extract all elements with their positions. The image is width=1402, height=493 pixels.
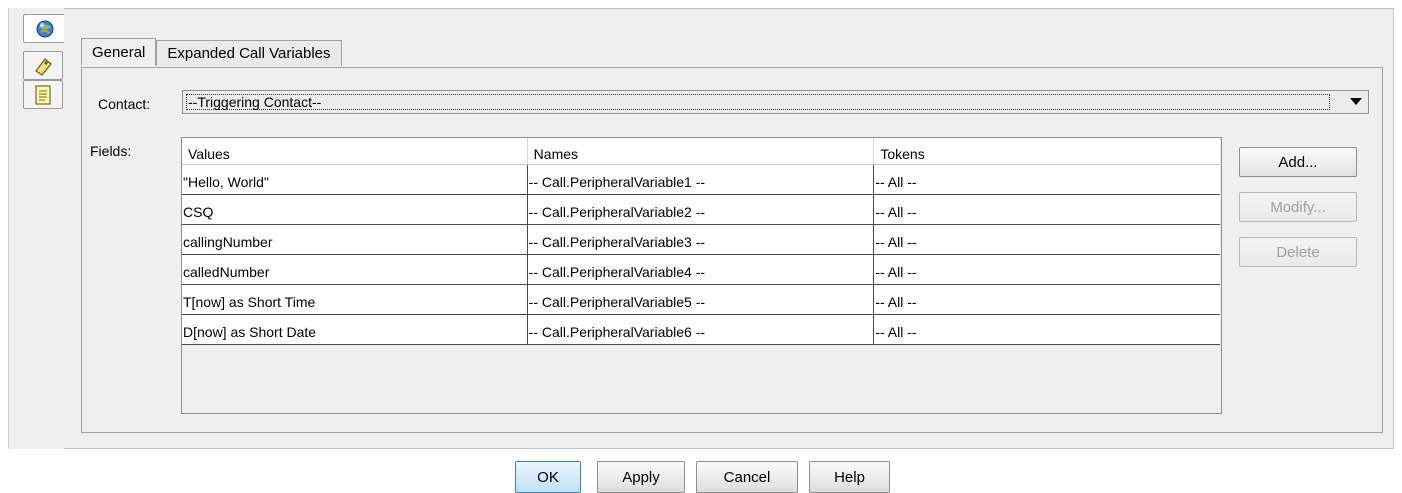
cell-name: -- Call.PeripheralVariable4 --: [528, 255, 875, 284]
add-button[interactable]: Add...: [1239, 147, 1357, 177]
table-row[interactable]: D[now] as Short Date -- Call.PeripheralV…: [182, 315, 1220, 345]
tab-expanded-call-variables[interactable]: Expanded Call Variables: [156, 40, 342, 66]
contact-label: Contact:: [98, 96, 151, 112]
cell-token: -- All --: [875, 234, 917, 250]
top-strip: [0, 0, 1402, 8]
fields-label: Fields:: [90, 143, 132, 159]
general-tab-panel: Contact: --Triggering Contact-- Fields: …: [81, 67, 1383, 433]
help-button[interactable]: Help: [809, 461, 890, 493]
column-header-names[interactable]: Names: [528, 138, 875, 164]
cell-name: -- Call.PeripheralVariable3 --: [528, 225, 875, 254]
ok-button[interactable]: OK: [515, 461, 581, 493]
cell-token: -- All --: [875, 174, 917, 190]
main-panel: General Expanded Call Variables Contact:…: [64, 8, 1394, 449]
contact-dropdown[interactable]: --Triggering Contact--: [182, 90, 1369, 114]
cell-value: callingNumber: [182, 225, 528, 254]
cell-name: -- Call.PeripheralVariable5 --: [528, 285, 875, 314]
fields-table-body: "Hello, World" -- Call.PeripheralVariabl…: [182, 165, 1220, 345]
cell-value: T[now] as Short Time: [182, 285, 528, 314]
apply-button[interactable]: Apply: [597, 461, 685, 493]
cell-token: -- All --: [875, 324, 917, 340]
cell-name: -- Call.PeripheralVariable6 --: [528, 315, 875, 344]
cell-name: -- Call.PeripheralVariable2 --: [528, 195, 875, 224]
table-row[interactable]: "Hello, World" -- Call.PeripheralVariabl…: [182, 165, 1220, 195]
document-icon: [35, 84, 51, 105]
cancel-button[interactable]: Cancel: [696, 461, 798, 493]
cell-token: -- All --: [875, 294, 917, 310]
cell-token: -- All --: [875, 204, 917, 220]
fields-table: Values Names Tokens "Hello, World" -- Ca…: [181, 137, 1222, 414]
rail-tab-tag[interactable]: [23, 51, 63, 80]
table-row[interactable]: T[now] as Short Time -- Call.PeripheralV…: [182, 285, 1220, 315]
rail-tab-document[interactable]: [23, 80, 63, 109]
table-row[interactable]: CSQ -- Call.PeripheralVariable2 -- -- Al…: [182, 195, 1220, 225]
cell-token: -- All --: [875, 264, 917, 280]
fields-table-header: Values Names Tokens: [182, 138, 1220, 165]
tag-icon: [35, 57, 52, 76]
cell-value: CSQ: [182, 195, 528, 224]
column-header-tokens[interactable]: Tokens: [874, 138, 1220, 164]
cell-value: calledNumber: [182, 255, 528, 284]
ball-icon: [36, 20, 54, 37]
rail-tab-general-icon[interactable]: [23, 14, 67, 43]
cell-name: -- Call.PeripheralVariable1 --: [528, 165, 875, 194]
table-row[interactable]: callingNumber -- Call.PeripheralVariable…: [182, 225, 1220, 255]
cell-value: "Hello, World": [182, 165, 528, 194]
tab-strip: General Expanded Call Variables: [81, 38, 342, 68]
delete-button[interactable]: Delete: [1239, 237, 1357, 267]
left-icon-rail: [8, 8, 67, 449]
cell-value: D[now] as Short Date: [182, 315, 528, 344]
table-row[interactable]: calledNumber -- Call.PeripheralVariable4…: [182, 255, 1220, 285]
column-header-values[interactable]: Values: [182, 138, 528, 164]
tab-general[interactable]: General: [81, 38, 157, 66]
contact-dropdown-value: --Triggering Contact--: [186, 94, 1330, 110]
modify-button[interactable]: Modify...: [1239, 192, 1357, 222]
chevron-down-icon[interactable]: [1350, 98, 1362, 105]
